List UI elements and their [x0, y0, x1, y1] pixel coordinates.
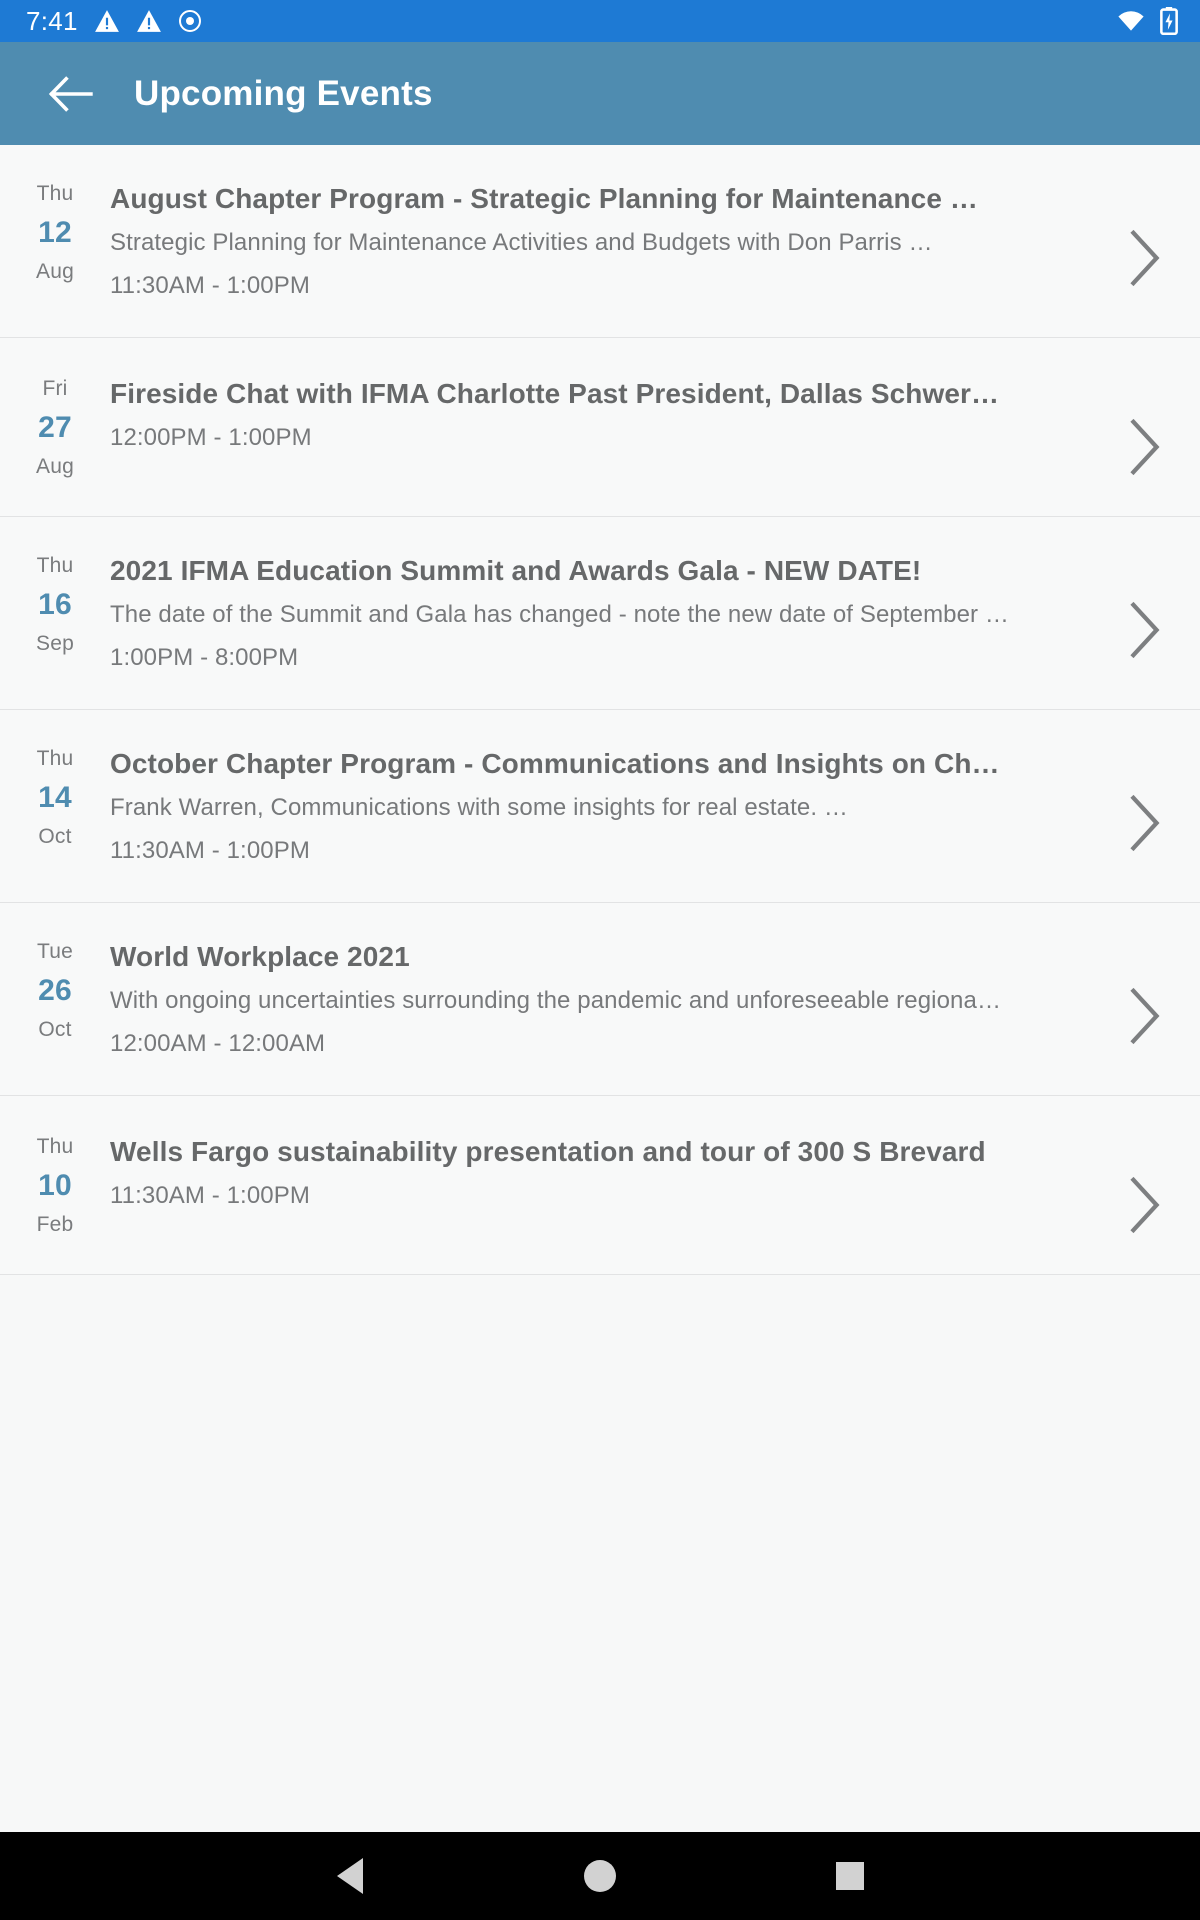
event-content-column: August Chapter Program - Strategic Plann… [110, 177, 1090, 307]
event-time: 12:00AM - 12:00AM [110, 1030, 326, 1057]
event-day-number: 12 [38, 216, 72, 249]
event-title: World Workplace 2021 [110, 941, 410, 972]
event-weekday: Thu [36, 747, 74, 770]
chevron-right-icon [1130, 1176, 1160, 1234]
back-triangle-icon [337, 1858, 363, 1894]
app-bar: Upcoming Events [0, 42, 1200, 145]
page-title: Upcoming Events [134, 73, 433, 113]
warning-triangle-icon [136, 9, 162, 33]
warning-triangle-icon [94, 9, 120, 33]
empty-space [0, 1275, 1200, 1920]
event-month: Oct [38, 1018, 72, 1041]
event-month: Aug [36, 260, 74, 283]
event-weekday: Thu [36, 1135, 74, 1158]
status-bar-right [1116, 7, 1178, 35]
event-month: Aug [36, 455, 74, 478]
status-bar-left: 7:41 [26, 8, 202, 34]
arrow-back-icon [48, 75, 93, 112]
event-row[interactable]: Thu 10 Feb Wells Fargo sustainability prese… [0, 1096, 1200, 1275]
wifi-icon [1116, 9, 1146, 33]
content-scroll-area[interactable]: Thu 12 Aug August Chapter Program - Strateg… [0, 145, 1200, 1920]
event-content-column: Wells Fargo sustainability presentation … [110, 1130, 1090, 1217]
event-time: 11:30AM - 1:00PM [110, 1182, 310, 1209]
event-subtitle: Frank Warren, Communications with some i… [110, 794, 848, 821]
event-date-column: Thu 12 Aug [0, 177, 110, 287]
event-row[interactable]: Thu 14 Oct October Chapter Program - Commun… [0, 710, 1200, 903]
event-content-column: World Workplace 2021 With ongoing uncerta… [110, 935, 1090, 1065]
event-open-button[interactable] [1090, 742, 1200, 852]
nav-back-button[interactable] [315, 1841, 385, 1911]
nav-recents-button[interactable] [815, 1841, 885, 1911]
event-title: Fireside Chat with IFMA Charlotte Past P… [110, 378, 1000, 409]
event-open-button[interactable] [1090, 1130, 1200, 1234]
event-time: 1:00PM - 8:00PM [110, 644, 299, 671]
home-circle-icon [584, 1860, 616, 1892]
chevron-right-icon [1130, 987, 1160, 1045]
event-time: 11:30AM - 1:00PM [110, 837, 310, 864]
back-button[interactable] [40, 64, 100, 124]
event-open-button[interactable] [1090, 372, 1200, 476]
event-time: 11:30AM - 1:00PM [110, 272, 310, 299]
chevron-right-icon [1130, 229, 1160, 287]
event-day-number: 16 [38, 588, 72, 621]
chevron-right-icon [1130, 601, 1160, 659]
event-day-number: 26 [38, 974, 72, 1007]
event-date-column: Thu 14 Oct [0, 742, 110, 852]
event-day-number: 14 [38, 781, 72, 814]
event-month: Oct [38, 825, 72, 848]
status-clock: 7:41 [26, 6, 78, 36]
event-content-column: October Chapter Program - Communications… [110, 742, 1090, 872]
event-subtitle: The date of the Summit and Gala has chan… [110, 601, 1010, 628]
event-date-column: Tue 26 Oct [0, 935, 110, 1045]
record-circle-icon [178, 9, 202, 33]
event-date-column: Thu 16 Sep [0, 549, 110, 659]
event-date-column: Thu 10 Feb [0, 1130, 110, 1240]
event-date-column: Fri 27 Aug [0, 372, 110, 482]
event-open-button[interactable] [1090, 549, 1200, 659]
app-screen: 7:41 Upcoming Events Thu 12 Aug August C… [0, 0, 1200, 1920]
nav-home-button[interactable] [565, 1841, 635, 1911]
event-weekday: Thu [36, 182, 74, 205]
event-title: Wells Fargo sustainability presentation … [110, 1136, 986, 1167]
recents-square-icon [836, 1862, 864, 1890]
battery-charging-icon [1160, 7, 1178, 35]
event-row[interactable]: Fri 27 Aug Fireside Chat with IFMA Charlott… [0, 338, 1200, 517]
event-time: 12:00PM - 1:00PM [110, 424, 312, 451]
event-month: Sep [36, 632, 74, 655]
event-content-column: Fireside Chat with IFMA Charlotte Past P… [110, 372, 1090, 459]
event-subtitle: Strategic Planning for Maintenance Activ… [110, 229, 933, 256]
chevron-right-icon [1130, 418, 1160, 476]
event-title: August Chapter Program - Strategic Plann… [110, 183, 978, 214]
event-title: October Chapter Program - Communications… [110, 748, 1000, 779]
event-subtitle: With ongoing uncertainties surrounding t… [110, 987, 1002, 1014]
event-day-number: 10 [38, 1169, 72, 1202]
event-open-button[interactable] [1090, 935, 1200, 1045]
event-weekday: Tue [36, 940, 73, 963]
event-row[interactable]: Tue 26 Oct World Workplace 2021 With ongoing… [0, 903, 1200, 1096]
event-weekday: Fri [42, 377, 68, 400]
events-list: Thu 12 Aug August Chapter Program - Strateg… [0, 145, 1200, 1275]
event-title: 2021 IFMA Education Summit and Awards Ga… [110, 555, 922, 586]
event-month: Feb [36, 1213, 74, 1236]
event-content-column: 2021 IFMA Education Summit and Awards Ga… [110, 549, 1090, 679]
event-weekday: Thu [36, 554, 74, 577]
event-row[interactable]: Thu 16 Sep 2021 IFMA Education Summit and A… [0, 517, 1200, 710]
event-open-button[interactable] [1090, 177, 1200, 287]
status-bar: 7:41 [0, 0, 1200, 42]
event-row[interactable]: Thu 12 Aug August Chapter Program - Strateg… [0, 145, 1200, 338]
event-day-number: 27 [38, 411, 72, 444]
android-navigation-bar [0, 1832, 1200, 1920]
chevron-right-icon [1130, 794, 1160, 852]
